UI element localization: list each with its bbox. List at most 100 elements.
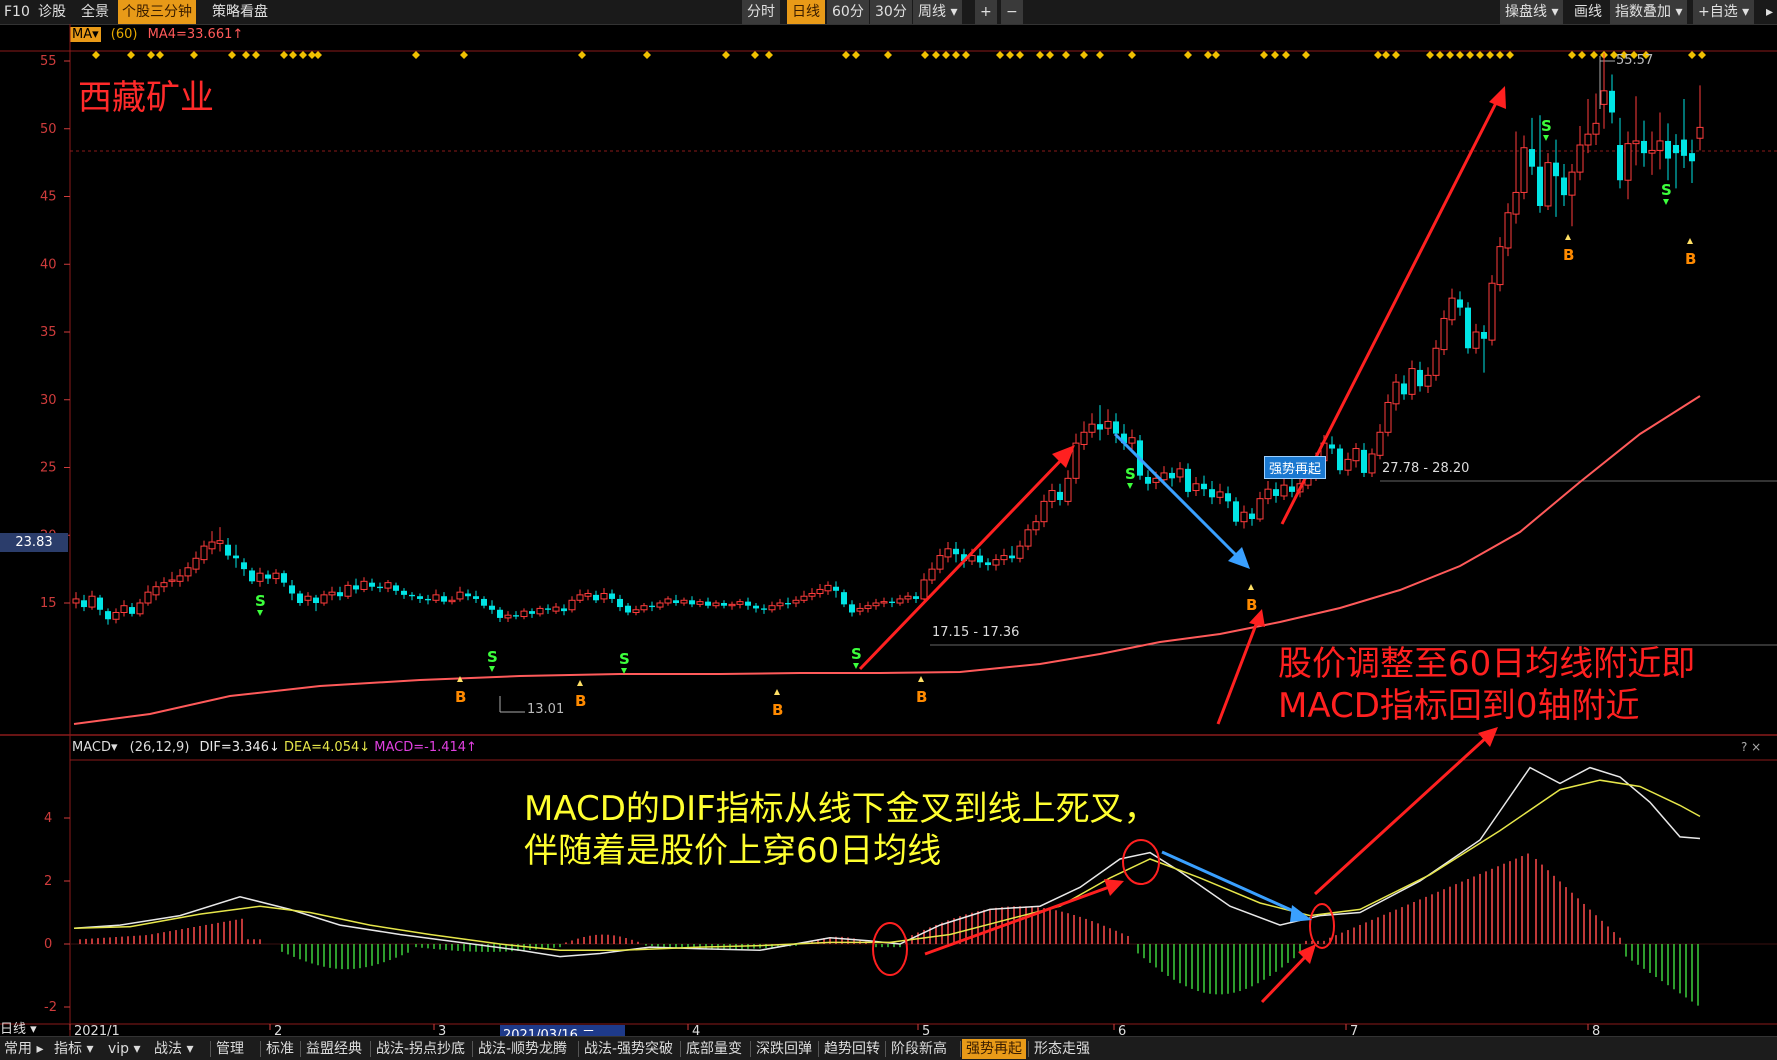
candle-body-down: [985, 562, 991, 566]
bottom-tab-3[interactable]: vip ▾: [104, 1039, 145, 1059]
period-selector[interactable]: 日线 ▾: [0, 1018, 37, 1037]
tab-60min[interactable]: 60分: [827, 0, 869, 24]
bottom-tab-10[interactable]: 战法-强势突破: [580, 1039, 677, 1059]
candle-body-down: [289, 585, 295, 594]
bottom-tab-6[interactable]: 标准: [262, 1039, 298, 1059]
candle-body-up: [1632, 140, 1640, 145]
draw-line-button[interactable]: 画线: [1570, 0, 1606, 24]
candle-body-up: [576, 594, 584, 601]
f10-button[interactable]: F10: [0, 0, 34, 24]
tab-timeshare[interactable]: 分时: [742, 0, 780, 24]
signal-diamond: [962, 51, 970, 59]
candle-body-up: [824, 584, 832, 592]
signal-diamond: [1486, 51, 1494, 59]
macd-annotation-line1: MACD的DIF指标从线下金叉到线上死叉，: [524, 789, 1158, 829]
candle-body-down: [625, 605, 631, 613]
bottom-tab-12[interactable]: 深跌回弹: [752, 1039, 816, 1059]
candle-body-down: [441, 596, 447, 602]
candle-body-up: [176, 575, 184, 582]
signal-diamond: [289, 51, 297, 59]
tab-separator: [680, 1041, 681, 1057]
candle-body-up: [896, 598, 904, 604]
signal-diamond: [1374, 51, 1382, 59]
bottom-tab-16[interactable]: 形态走强: [1030, 1039, 1094, 1059]
candle-body-up: [1496, 246, 1504, 286]
bottom-tab-13[interactable]: 趋势回转: [820, 1039, 884, 1059]
tab-separator: [960, 1041, 961, 1057]
candle-body-up: [872, 602, 880, 607]
zoom-out-button[interactable]: −: [1001, 0, 1023, 24]
tab-separator: [818, 1041, 819, 1057]
signal-diamond: [127, 51, 135, 59]
candle-body-up: [1024, 529, 1032, 547]
candle-body-down: [1401, 383, 1407, 395]
candle-body-up: [1392, 381, 1400, 405]
candle-body-up: [1600, 90, 1608, 105]
candle-body-up: [1256, 498, 1264, 520]
bottom-tab-5[interactable]: 管理: [212, 1039, 248, 1059]
bottom-tab-15[interactable]: 强势再起: [962, 1039, 1026, 1059]
expand-icon[interactable]: ▸: [1762, 0, 1777, 24]
candle-body-up: [1040, 500, 1048, 523]
candle-body-down: [673, 600, 679, 603]
candle-body-down: [401, 590, 407, 595]
bottom-tab-14[interactable]: 阶段新高: [887, 1039, 951, 1059]
candle-body-up: [712, 602, 720, 607]
strategy-button[interactable]: 策略看盘: [208, 0, 272, 24]
macd-selector[interactable]: MACD▾: [72, 740, 118, 755]
bottom-tab-11[interactable]: 底部量变: [682, 1039, 746, 1059]
bottom-tab-4[interactable]: 战法 ▾: [150, 1039, 197, 1059]
stock-3min-button[interactable]: 个股三分钟: [118, 0, 196, 24]
high-price-label: 55.57: [1616, 53, 1654, 68]
trade-line-button[interactable]: 操盘线 ▾: [1500, 0, 1564, 24]
candle-body-up: [552, 606, 560, 612]
buy-signal: B: [1563, 246, 1574, 264]
candle-body-down: [1561, 177, 1567, 196]
signal-diamond: [1212, 51, 1220, 59]
macd-axis: 4 2 0 -2: [44, 811, 70, 1015]
macd-blue-arrow: [1161, 850, 1301, 916]
candle-body-down: [473, 596, 479, 599]
candle-body-up: [1408, 368, 1416, 395]
bottom-tab-7[interactable]: 益盟经典: [302, 1039, 366, 1059]
candle-body-down: [393, 585, 399, 591]
candle-body-up: [1176, 468, 1184, 478]
diagnose-button[interactable]: 诊股: [34, 0, 70, 24]
kline-chart[interactable]: 555045403530252015 SSSSSSSBBBBBBB 420-2: [0, 24, 1777, 1036]
tab-daily[interactable]: 日线: [787, 0, 825, 24]
macd-annotation: MACD的DIF指标从线下金叉到线上死叉， 伴随着是股价上穿60日均线: [524, 788, 1158, 872]
zoom-in-button[interactable]: +: [975, 0, 997, 24]
candle-body-down: [1233, 501, 1239, 522]
candle-body-down: [833, 586, 839, 591]
candle-body-up: [1472, 331, 1480, 349]
candle-body-down: [545, 608, 551, 610]
overview-button[interactable]: 全景: [77, 0, 113, 24]
index-overlay-button[interactable]: 指数叠加 ▾: [1610, 0, 1688, 24]
bottom-tab-1[interactable]: 常用 ▸: [0, 1039, 47, 1059]
candle-body-up: [256, 572, 264, 582]
candle-body-up: [1432, 347, 1440, 376]
candle-body-up: [656, 602, 664, 608]
candle-body-down: [97, 597, 103, 610]
candle-body-up: [320, 594, 328, 604]
bottom-tab-8[interactable]: 战法-拐点抄底: [372, 1039, 469, 1059]
macd-indicator-line: MACD▾ (26,12,9) DIF=3.346↓ DEA=4.054↓ MA…: [72, 740, 477, 755]
range-label-2: 27.78 - 28.20: [1382, 461, 1470, 476]
candle-body-up: [1440, 317, 1448, 351]
time-axis: [69, 1024, 1589, 1030]
macd-params: (26,12,9): [129, 740, 190, 755]
candle-body-down: [1209, 489, 1215, 498]
bottom-tab-9[interactable]: 战法-顺势龙腾: [474, 1039, 571, 1059]
candle-body-down: [81, 600, 87, 608]
price-tick-35: 35: [40, 325, 57, 340]
tab-weekly[interactable]: 周线 ▾: [913, 0, 963, 24]
add-watchlist-button[interactable]: +自选 ▾: [1693, 0, 1755, 24]
macd-corner-controls[interactable]: ? ×: [1741, 740, 1761, 754]
candle-body-up: [632, 609, 640, 613]
bottom-toolbar: 常用 ▸ 指标 ▾ vip ▾ 战法 ▾ 管理 标准 益盟经典 战法-拐点抄底 战法-顺势龙腾战…: [0, 1036, 1777, 1060]
bottom-tab-2[interactable]: 指标 ▾: [50, 1039, 97, 1059]
candle-body-down: [225, 544, 231, 556]
right-annotation: 股价调整至60日均线附近即 MACD指标回到0轴附近: [1278, 643, 1695, 727]
tab-30min[interactable]: 30分: [870, 0, 912, 24]
candle-body-down: [497, 609, 503, 618]
